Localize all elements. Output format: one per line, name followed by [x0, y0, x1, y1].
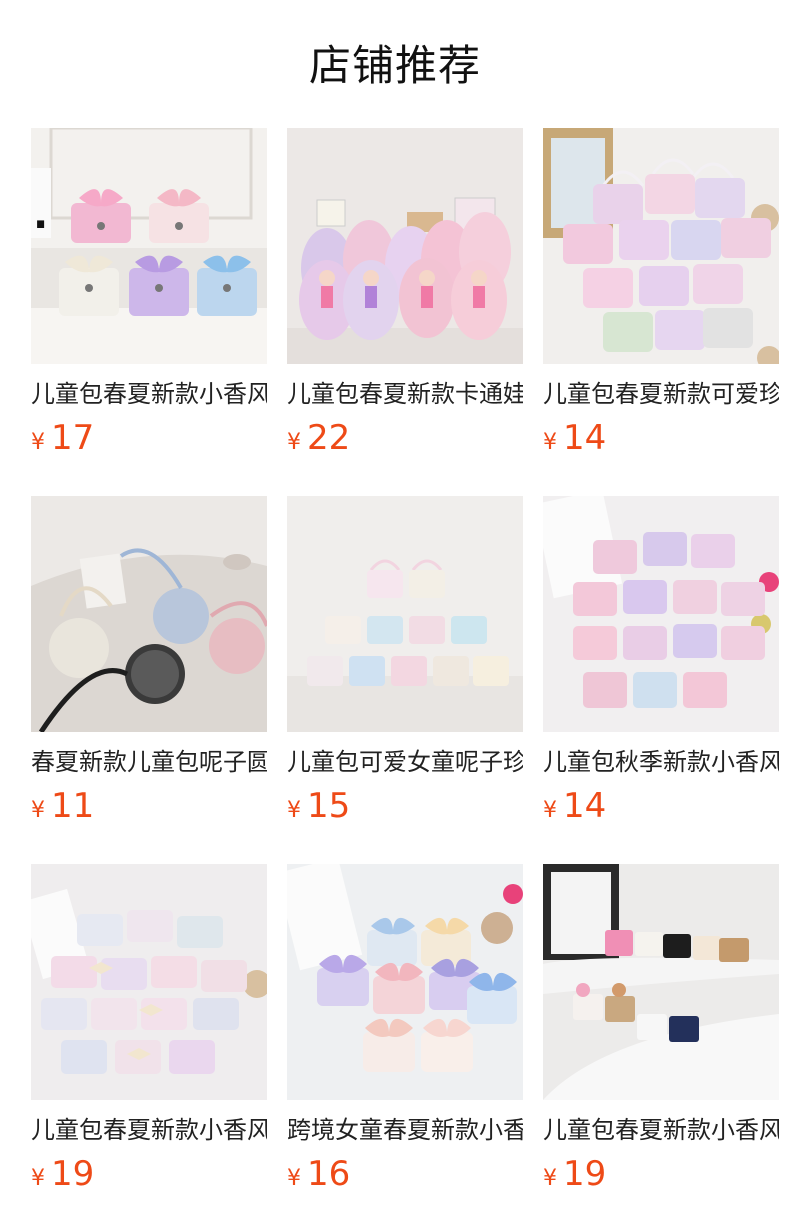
price-value: 14: [563, 418, 607, 458]
product-name[interactable]: 儿童包春夏新款小香风珍珠手提包: [31, 1112, 267, 1148]
product-name[interactable]: 儿童包可爱女童呢子珍珠手提包: [287, 744, 523, 780]
product-image[interactable]: [31, 864, 267, 1100]
price-value: 19: [563, 1154, 607, 1194]
product-card[interactable]: 儿童包春夏新款小香风珍珠手提包 ¥19: [31, 864, 267, 1212]
store-recommendations-page: 店铺推荐 . 儿童包春夏新款小香风 ¥ 17 儿童包春夏新款卡通娃 ¥ 22 儿…: [0, 0, 790, 1232]
product-price: ¥17: [31, 416, 94, 460]
currency-symbol: ¥: [287, 798, 301, 823]
product-name[interactable]: 儿童包春夏新款可爱珍珠手提包: [543, 376, 779, 412]
product-image[interactable]: [31, 496, 267, 732]
product-name[interactable]: 跨境女童春夏新款小香风蝴蝶结包: [287, 1112, 523, 1148]
price-value: 11: [51, 786, 95, 826]
product-image[interactable]: [543, 128, 779, 364]
price-value: 19: [51, 1154, 95, 1194]
product-card[interactable]: 儿童包可爱女童呢子珍珠手提包 ¥15: [287, 496, 523, 844]
price-value: 22: [307, 418, 351, 458]
product-image[interactable]: [543, 864, 779, 1100]
currency-symbol: ¥: [31, 798, 45, 823]
product-image[interactable]: .: [31, 128, 267, 364]
product-price: ¥22: [287, 416, 350, 460]
product-name[interactable]: 儿童包春夏新款小香风蝴蝶结斜挎包: [31, 376, 267, 412]
product-grid: . 儿童包春夏新款小香风 ¥ 17 儿童包春夏新款卡通娃 ¥ 22 儿童包春夏新…: [31, 128, 779, 1212]
currency-symbol: ¥: [31, 430, 45, 455]
product-name[interactable]: 儿童包春夏新款小香风毛绒包: [543, 1112, 779, 1148]
currency-symbol: ¥: [287, 430, 301, 455]
product-price: ¥16: [287, 1152, 350, 1196]
price-value: 15: [307, 786, 351, 826]
product-price: ¥14: [543, 416, 606, 460]
product-name[interactable]: 儿童包春夏新款卡通娃娃双肩包: [287, 376, 523, 412]
product-card[interactable]: 春夏新款儿童包呢子圆形斜挎包 ¥11: [31, 496, 267, 844]
svg-text:.: .: [33, 192, 48, 238]
product-image[interactable]: [543, 496, 779, 732]
product-card[interactable]: 跨境女童春夏新款小香风蝴蝶结包 ¥16: [287, 864, 523, 1212]
product-card[interactable]: . 儿童包春夏新款小香风 ¥ 17: [31, 128, 267, 476]
currency-symbol: ¥: [31, 1166, 45, 1191]
product-price: ¥15: [287, 784, 350, 828]
price-value: 14: [563, 786, 607, 826]
price-value: 17: [51, 418, 95, 458]
product-image[interactable]: [287, 128, 523, 364]
product-price: ¥19: [543, 1152, 606, 1196]
product-price: ¥19: [31, 1152, 94, 1196]
product-card[interactable]: 儿童包秋季新款小香风手提包 ¥14: [543, 496, 779, 844]
product-name[interactable]: 儿童包秋季新款小香风手提包: [543, 744, 779, 780]
product-price: ¥14: [543, 784, 606, 828]
product-image[interactable]: [287, 864, 523, 1100]
currency-symbol: ¥: [543, 430, 557, 455]
product-name[interactable]: 春夏新款儿童包呢子圆形斜挎包: [31, 744, 267, 780]
product-card[interactable]: 儿童包春夏新款可爱珍珠手提包 ¥14: [543, 128, 779, 476]
product-price: ¥11: [31, 784, 94, 828]
currency-symbol: ¥: [543, 798, 557, 823]
product-card[interactable]: 儿童包春夏新款小香风毛绒包 ¥19: [543, 864, 779, 1212]
product-card[interactable]: 儿童包春夏新款卡通娃娃双肩包 ¥22: [287, 128, 523, 476]
price-value: 16: [307, 1154, 351, 1194]
page-title: 店铺推荐: [308, 41, 481, 90]
product-image[interactable]: [287, 496, 523, 732]
currency-symbol: ¥: [543, 1166, 557, 1191]
currency-symbol: ¥: [287, 1166, 301, 1191]
